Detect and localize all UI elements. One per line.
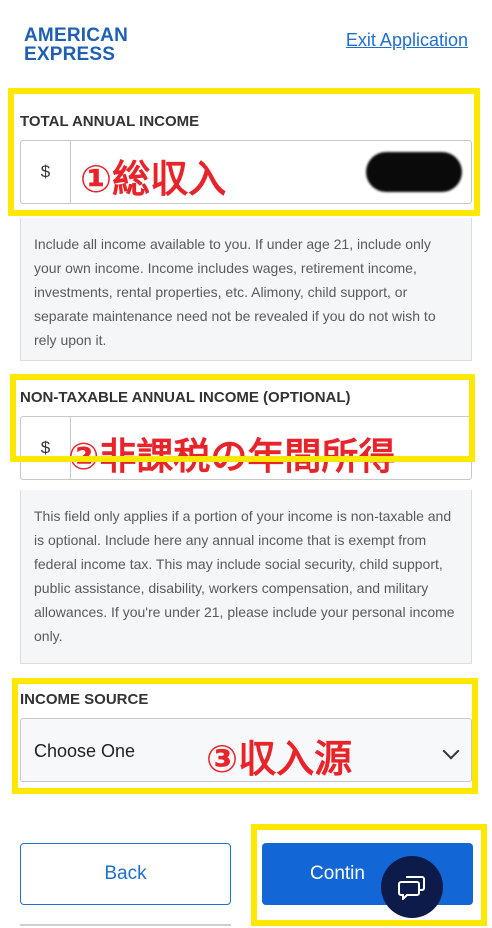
header: AMERICAN EXPRESS Exit Application bbox=[0, 0, 492, 88]
total-income-help: Include all income available to you. If … bbox=[20, 218, 472, 361]
highlight-continue bbox=[251, 824, 487, 926]
back-button[interactable]: Back bbox=[20, 843, 231, 905]
highlight-nontaxable-income bbox=[10, 374, 475, 462]
highlight-income-source bbox=[12, 678, 478, 794]
divider bbox=[20, 924, 231, 926]
nontaxable-income-help: This field only applies if a portion of … bbox=[20, 490, 472, 664]
american-express-logo: AMERICAN EXPRESS bbox=[24, 25, 128, 65]
highlight-total-income bbox=[8, 88, 480, 216]
exit-application-link[interactable]: Exit Application bbox=[346, 30, 468, 51]
